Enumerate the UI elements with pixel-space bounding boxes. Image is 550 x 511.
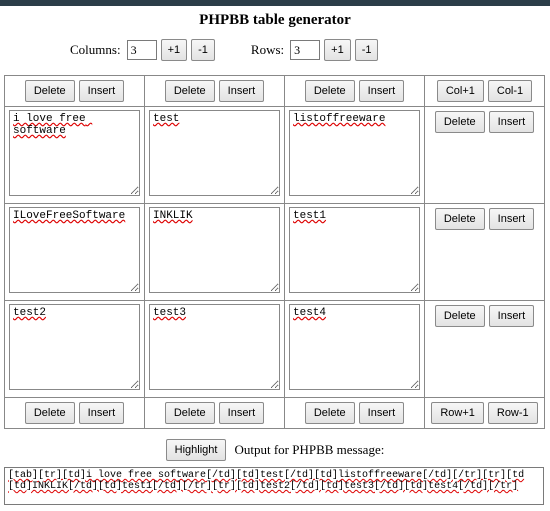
rows-minus-button[interactable]: -1 [355,39,379,61]
row-delete-button[interactable]: Delete [435,111,485,133]
rows-plus-button[interactable]: +1 [324,39,351,61]
col-delete-button[interactable]: Delete [305,80,355,102]
table-cell[interactable] [149,207,280,293]
table-cell[interactable] [9,207,140,293]
window-top-accent [0,0,550,6]
highlight-button[interactable]: Highlight [166,439,227,461]
columns-input[interactable] [127,40,157,60]
row-delete-button[interactable]: Delete [435,305,485,327]
rows-label: Rows: [251,42,284,58]
col-insert-button[interactable]: Insert [79,402,125,424]
table-cell[interactable] [9,110,140,196]
table-cell[interactable] [149,304,280,390]
row-delete-button[interactable]: Delete [435,208,485,230]
table-cell[interactable] [289,207,420,293]
col-insert-button[interactable]: Insert [219,402,265,424]
row-plus-button[interactable]: Row+1 [431,402,484,424]
columns-plus-button[interactable]: +1 [161,39,188,61]
col-plus-button[interactable]: Col+1 [437,80,484,102]
table-cell[interactable] [289,110,420,196]
col-insert-button[interactable]: Insert [359,80,405,102]
col-delete-button[interactable]: Delete [165,402,215,424]
col-delete-button[interactable]: Delete [165,80,215,102]
col-delete-button[interactable]: Delete [305,402,355,424]
page-title: PHPBB table generator [0,12,550,29]
columns-label: Columns: [70,42,121,58]
table-cell[interactable] [9,304,140,390]
table-grid: Delete Insert Delete Insert Delete Inser… [4,75,545,429]
row-insert-button[interactable]: Insert [489,111,535,133]
columns-minus-button[interactable]: -1 [191,39,215,61]
output-textarea[interactable] [4,467,544,505]
dimension-controls: Columns: +1 -1 Rows: +1 -1 [70,39,550,61]
col-delete-button[interactable]: Delete [25,402,75,424]
col-insert-button[interactable]: Insert [359,402,405,424]
table-cell[interactable] [289,304,420,390]
table-cell[interactable] [149,110,280,196]
col-minus-button[interactable]: Col-1 [488,80,532,102]
rows-input[interactable] [290,40,320,60]
output-label: Output for PHPBB message: [234,442,384,458]
row-insert-button[interactable]: Insert [489,305,535,327]
col-insert-button[interactable]: Insert [79,80,125,102]
row-minus-button[interactable]: Row-1 [488,402,538,424]
col-delete-button[interactable]: Delete [25,80,75,102]
row-insert-button[interactable]: Insert [489,208,535,230]
output-header: Highlight Output for PHPBB message: [0,439,550,461]
col-insert-button[interactable]: Insert [219,80,265,102]
